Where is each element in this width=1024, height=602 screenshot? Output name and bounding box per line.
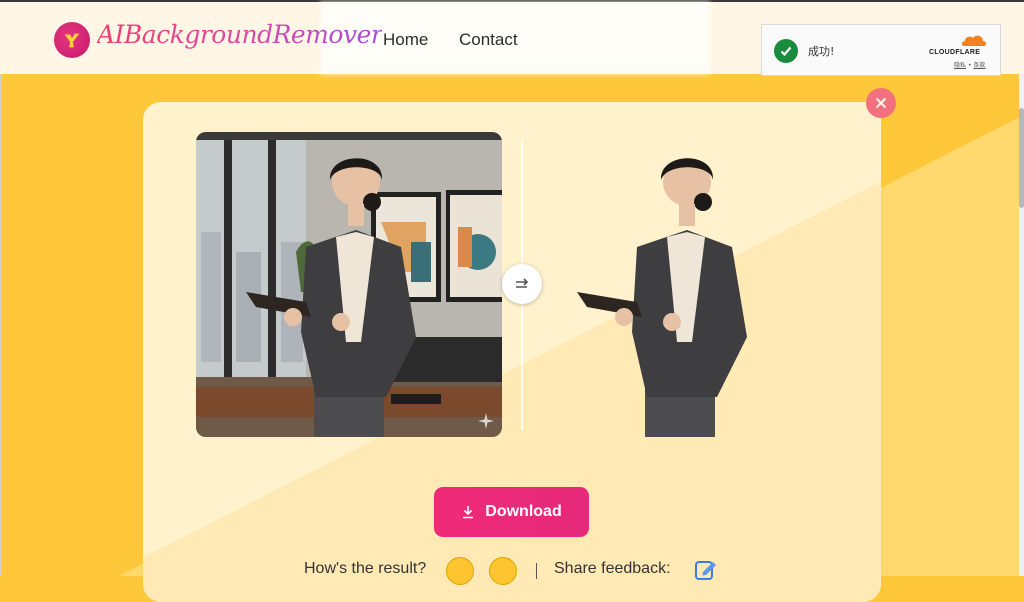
result-image[interactable] — [522, 132, 842, 437]
cloudflare-logo-text: CLOUDFLARE — [929, 49, 981, 56]
nav-contact[interactable]: Contact — [459, 30, 518, 50]
compare-arrow-icon — [516, 278, 529, 288]
logo-icon[interactable] — [54, 22, 90, 58]
close-button[interactable] — [866, 88, 896, 118]
compare-slider-handle[interactable] — [502, 264, 542, 304]
feedback-prompt: How's the result? — [304, 560, 427, 577]
separator — [536, 563, 537, 579]
share-feedback-label: Share feedback: — [554, 560, 671, 577]
verification-status: 成功! — [808, 45, 835, 58]
link-separator: • — [967, 62, 972, 69]
scrollbar-thumb[interactable] — [1019, 108, 1024, 208]
neutral-face-icon[interactable] — [446, 557, 474, 585]
close-icon — [875, 97, 887, 109]
edit-icon[interactable] — [694, 558, 718, 582]
sad-face-icon[interactable] — [489, 557, 517, 585]
site-header: AIBackgroundRemover Home Contact 成功! CLO… — [0, 0, 1024, 76]
terms-link[interactable]: 条款 — [973, 62, 985, 69]
nav-home[interactable]: Home — [383, 30, 428, 50]
check-icon — [774, 39, 798, 63]
download-button[interactable]: Download — [434, 487, 589, 537]
privacy-link[interactable]: 隐私 — [954, 62, 966, 69]
download-label: Download — [485, 503, 562, 520]
cloudflare-widget: 成功! CLOUDFLARE 隐私 • 条款 — [761, 24, 1001, 76]
download-icon — [463, 506, 474, 519]
cloudflare-logo-icon — [961, 35, 987, 46]
sparkle-icon — [478, 413, 494, 429]
cloudflare-links: 隐私 • 条款 — [954, 60, 985, 69]
original-image[interactable] — [196, 132, 502, 437]
brand-name[interactable]: AIBackgroundRemover — [97, 20, 383, 49]
